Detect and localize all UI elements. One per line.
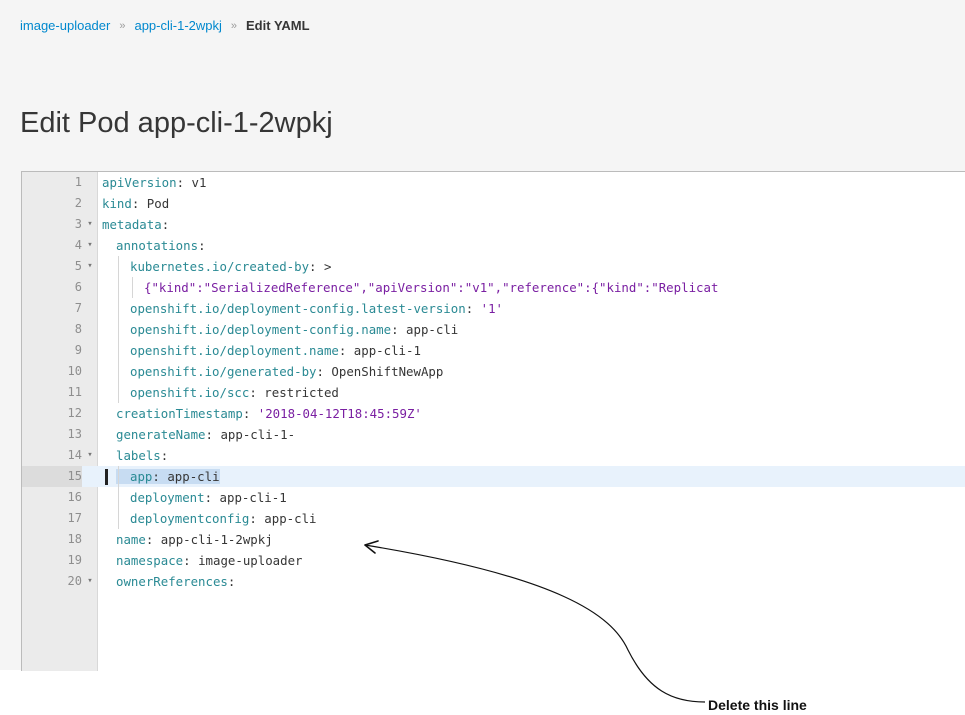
annotation-arrow [364,540,706,703]
annotation-label: Delete this line [708,697,807,713]
